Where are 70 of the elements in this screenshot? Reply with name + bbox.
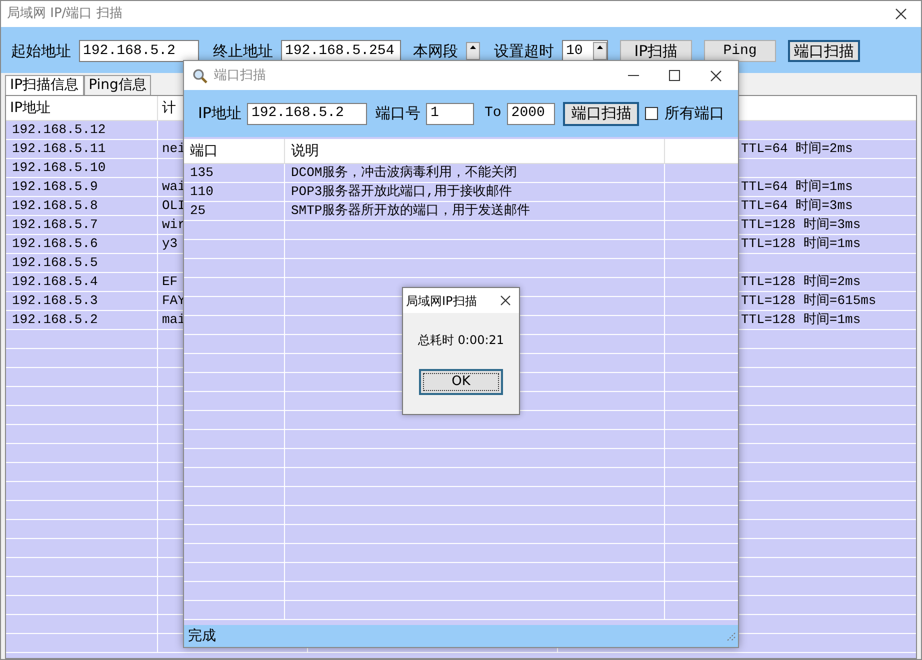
port-to-field[interactable]: 2000 (507, 102, 556, 124)
timeout-field[interactable]: 10 (562, 40, 608, 62)
tab[interactable]: IP扫描信息 (5, 75, 84, 95)
column-header[interactable]: 计 (162, 98, 176, 118)
table-cell-text: TTL=128 时间=615ms (741, 292, 876, 310)
port-label: 端口号 (375, 103, 420, 124)
table-cell-text: 192.168.5.11 (12, 140, 106, 158)
status-text: 完成 (188, 626, 216, 646)
table-cell-text: OLI (162, 197, 186, 216)
table-cell-text: TTL=64 时间=3ms (741, 197, 853, 216)
port-from-field[interactable]: 1 (426, 102, 474, 124)
to-label: To (484, 104, 502, 123)
end-address-label: 终止地址 (213, 40, 273, 62)
table-cell-text: 192.168.5.10 (12, 159, 106, 178)
table-cell-text: 192.168.5.3 (12, 292, 98, 310)
table-cell-text: TTL=128 时间=3ms (741, 216, 861, 234)
table-cell-text: 135 (190, 164, 214, 182)
table-cell-text: 192.168.5.2 (12, 311, 98, 330)
table-cell-text: 192.168.5.7 (12, 216, 98, 234)
spinner-up-icon[interactable] (466, 42, 480, 60)
table-cell-text: DCOM服务，冲击波病毒利用，不能关闭 (291, 164, 518, 182)
segment-label: 本网段 (413, 40, 458, 62)
table-cell-text: 110 (190, 183, 214, 202)
close-icon[interactable] (895, 8, 907, 20)
timeout-label: 设置超时 (494, 40, 554, 62)
table-cell-text: 192.168.5.9 (12, 178, 98, 196)
magnifier-icon (192, 68, 208, 84)
table-cell-text: nei (162, 140, 186, 158)
table-cell-text: TTL=64 时间=2ms (741, 140, 853, 158)
table-cell-text: wai (162, 178, 186, 196)
toolbar-button[interactable]: Ping (704, 40, 776, 62)
column-header[interactable]: IP地址 (6, 96, 158, 120)
spinner-up-icon[interactable] (593, 42, 607, 60)
tab[interactable]: Ping信息 (84, 75, 152, 95)
table-cell-text: TTL=128 时间=1ms (741, 235, 861, 254)
all-ports-label: 所有端口 (664, 103, 724, 124)
table-cell-text: wir (162, 216, 186, 234)
start-address-label: 起始地址 (11, 40, 71, 62)
column-header[interactable]: 说明 (285, 139, 665, 163)
table-cell-text: 192.168.5.5 (12, 254, 98, 272)
port-scan-button[interactable]: 端口扫描 (563, 102, 640, 126)
window-title: 局域网 IP/端口 扫描 (7, 5, 122, 24)
table-cell-text: 192.168.5.6 (12, 235, 98, 254)
start-address-field[interactable]: 192.168.5.2 (79, 40, 199, 62)
toolbar-button[interactable]: IP扫描 (620, 40, 692, 62)
toolbar-button[interactable]: 端口扫描 (788, 40, 860, 62)
table-cell-text: 192.168.5.8 (12, 197, 98, 216)
ip-address-label: IP地址 (198, 103, 242, 124)
table-cell-text: 25 (190, 202, 206, 220)
ok-button[interactable]: OK (419, 369, 503, 395)
end-address-field[interactable]: 192.168.5.254 (281, 40, 401, 62)
table-cell-text: TTL=128 时间=2ms (741, 273, 861, 292)
column-header[interactable]: 端口 (184, 139, 285, 163)
close-icon[interactable] (710, 70, 722, 82)
dialog-message: 总耗时 0:00:21 (418, 332, 504, 349)
table-cell-text: TTL=128 时间=1ms (741, 311, 861, 330)
close-icon[interactable] (500, 295, 511, 306)
table-cell-text: POP3服务器开放此端口,用于接收邮件 (291, 183, 512, 202)
table-cell-text: 192.168.5.12 (12, 121, 106, 140)
ip-address-field[interactable]: 192.168.5.2 (247, 102, 368, 124)
window-title: 端口扫描 (214, 66, 266, 85)
table-cell-text: 192.168.5.4 (12, 273, 98, 292)
table-cell-text: y3 (162, 235, 178, 254)
all-ports-checkbox[interactable] (645, 107, 658, 120)
table-cell-text: EF (162, 273, 178, 292)
table-cell-text: TTL=64 时间=1ms (741, 178, 853, 196)
dialog-title: 局域网IP扫描 (406, 292, 477, 310)
table-cell-text: mai (162, 311, 186, 330)
table-cell-text: SMTP服务器所开放的端口，用于发送邮件 (291, 202, 530, 220)
maximize-icon[interactable] (669, 70, 680, 81)
